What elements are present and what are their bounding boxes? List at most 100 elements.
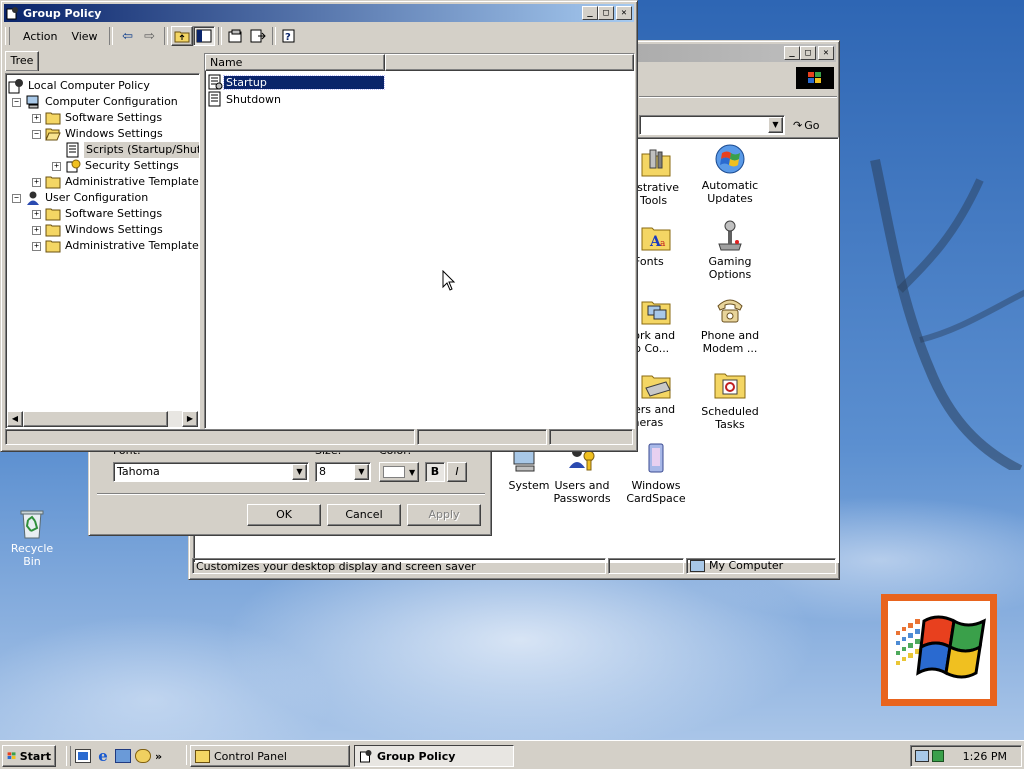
- toolbar-separator: [271, 27, 276, 45]
- tree-node-label: Administrative Templates: [65, 239, 200, 252]
- tree-pane[interactable]: Local Computer Policy − Computer Configura…: [5, 73, 200, 429]
- user-icon: [25, 190, 41, 206]
- apply-button[interactable]: Apply: [407, 504, 481, 526]
- toolbar-separator: [639, 96, 837, 98]
- cp-phone-modem[interactable]: Phone and Modem ...: [690, 292, 770, 355]
- start-button[interactable]: Start: [2, 745, 56, 767]
- media-icon[interactable]: [135, 749, 151, 763]
- tree-node[interactable]: + Security Settings: [52, 158, 180, 174]
- recycle-bin-label: Recycle Bin: [10, 542, 54, 568]
- forward-button[interactable]: ⇨: [139, 26, 161, 46]
- collapse-icon[interactable]: −: [32, 129, 41, 139]
- internet-explorer-icon[interactable]: e: [95, 748, 111, 764]
- minimize-button[interactable]: _: [784, 46, 800, 60]
- back-button[interactable]: ⇦: [117, 26, 139, 46]
- properties-icon: [228, 29, 242, 43]
- cancel-button[interactable]: Cancel: [327, 504, 401, 526]
- bold-button[interactable]: B: [425, 462, 445, 482]
- more-chevron-icon[interactable]: »: [155, 750, 162, 763]
- list-item-startup[interactable]: Startup: [207, 74, 385, 90]
- phone-icon: [717, 299, 743, 323]
- export-list-button[interactable]: [247, 26, 269, 46]
- expand-icon[interactable]: +: [52, 161, 61, 171]
- color-swatch: [383, 466, 405, 478]
- font-select[interactable]: Tahoma ▼: [113, 462, 309, 482]
- font-dropdown-button[interactable]: ▼: [292, 464, 307, 480]
- cp-automatic-updates[interactable]: Automatic Updates: [690, 142, 770, 205]
- tree-node[interactable]: + Software Settings: [32, 206, 163, 222]
- size-dropdown-button[interactable]: ▼: [354, 464, 369, 480]
- column-header-empty[interactable]: [385, 54, 634, 71]
- display-properties-dialog[interactable]: Font: Size: Color: Tahoma ▼ 8 ▼ ▼ B I OK…: [88, 440, 492, 536]
- cp-gaming-options[interactable]: Gaming Options: [690, 218, 770, 281]
- menu-action[interactable]: Action: [16, 28, 64, 45]
- outlook-express-icon[interactable]: [115, 749, 131, 763]
- details-pane[interactable]: Name Startup Shutdown: [204, 53, 635, 429]
- tree-horizontal-scrollbar[interactable]: ◀ ▶: [7, 411, 198, 427]
- tree-toggle-icon: [196, 29, 212, 43]
- tree-node[interactable]: − Windows Settings: [32, 126, 164, 142]
- expand-icon[interactable]: +: [32, 225, 41, 235]
- windows-flag-icon: [7, 752, 16, 760]
- close-button[interactable]: ✕: [616, 6, 632, 20]
- security-tray-icon[interactable]: [932, 750, 944, 762]
- close-button[interactable]: ✕: [818, 46, 834, 60]
- task-group-policy[interactable]: Group Policy: [354, 745, 514, 767]
- network-tray-icon[interactable]: [915, 750, 929, 762]
- tree-node[interactable]: − User Configuration: [12, 190, 149, 206]
- tree-node[interactable]: + Administrative Templates: [32, 238, 200, 254]
- properties-button[interactable]: [225, 26, 247, 46]
- ok-button[interactable]: OK: [247, 504, 321, 526]
- scroll-left-button[interactable]: ◀: [7, 411, 23, 427]
- tree-node[interactable]: + Administrative Templates: [32, 174, 199, 190]
- group-policy-icon: [6, 7, 18, 20]
- scroll-thumb[interactable]: [23, 411, 168, 427]
- size-select[interactable]: 8 ▼: [315, 462, 371, 482]
- list-item-shutdown[interactable]: Shutdown: [207, 91, 283, 107]
- show-desktop-icon[interactable]: [75, 749, 91, 763]
- up-one-level-button[interactable]: [170, 26, 193, 46]
- menu-view[interactable]: View: [64, 28, 104, 45]
- cp-scheduled-tasks[interactable]: Scheduled Tasks: [690, 368, 770, 431]
- go-button[interactable]: ↷ Go: [793, 115, 833, 135]
- clock[interactable]: 1:26 PM: [963, 750, 1007, 763]
- scroll-right-button[interactable]: ▶: [182, 411, 198, 427]
- expand-icon[interactable]: +: [32, 209, 41, 219]
- recycle-bin[interactable]: Recycle Bin: [2, 506, 62, 568]
- address-dropdown-button[interactable]: ▼: [768, 117, 783, 133]
- expand-icon[interactable]: +: [32, 177, 41, 187]
- toolbar-separator: [217, 27, 222, 45]
- address-combo[interactable]: ▼: [639, 115, 785, 135]
- tab-tree[interactable]: Tree: [5, 51, 39, 71]
- tree-node[interactable]: + Windows Settings: [32, 222, 164, 238]
- group-policy-window[interactable]: Group Policy _ □ ✕ Action View ⇦ ⇨ ? Tre…: [0, 0, 638, 452]
- tree-node[interactable]: Local Computer Policy: [8, 78, 151, 94]
- expand-icon[interactable]: +: [32, 241, 41, 251]
- quick-launch: e »: [66, 745, 162, 767]
- italic-button[interactable]: I: [447, 462, 467, 482]
- show-hide-tree-button[interactable]: [192, 26, 215, 46]
- folder-icon: [45, 175, 61, 189]
- folder-icon: [45, 207, 61, 221]
- help-icon: ?: [282, 29, 295, 43]
- collapse-icon[interactable]: −: [12, 97, 21, 107]
- expand-icon[interactable]: +: [32, 113, 41, 123]
- tree-node[interactable]: Scripts (Startup/Shutdo: [52, 142, 199, 158]
- column-header-name[interactable]: Name: [205, 54, 385, 71]
- tree-node[interactable]: + Software Settings: [32, 110, 163, 126]
- help-button[interactable]: ?: [279, 26, 301, 46]
- task-control-panel[interactable]: Control Panel: [190, 745, 350, 767]
- minimize-button[interactable]: _: [582, 6, 598, 20]
- windows-update-icon: [715, 144, 745, 174]
- folder-up-icon: [174, 31, 190, 43]
- tree-node[interactable]: − Computer Configuration: [12, 94, 179, 110]
- toolbar-separator: [163, 27, 168, 45]
- security-settings-icon: [65, 158, 81, 174]
- group-policy-titlebar[interactable]: Group Policy _ □ ✕: [4, 4, 634, 22]
- policy-icon: [8, 78, 24, 94]
- color-picker-button[interactable]: ▼: [379, 462, 419, 482]
- cardspace-icon: [648, 443, 664, 473]
- maximize-button[interactable]: □: [800, 46, 816, 60]
- maximize-button[interactable]: □: [598, 6, 614, 20]
- collapse-icon[interactable]: −: [12, 193, 21, 203]
